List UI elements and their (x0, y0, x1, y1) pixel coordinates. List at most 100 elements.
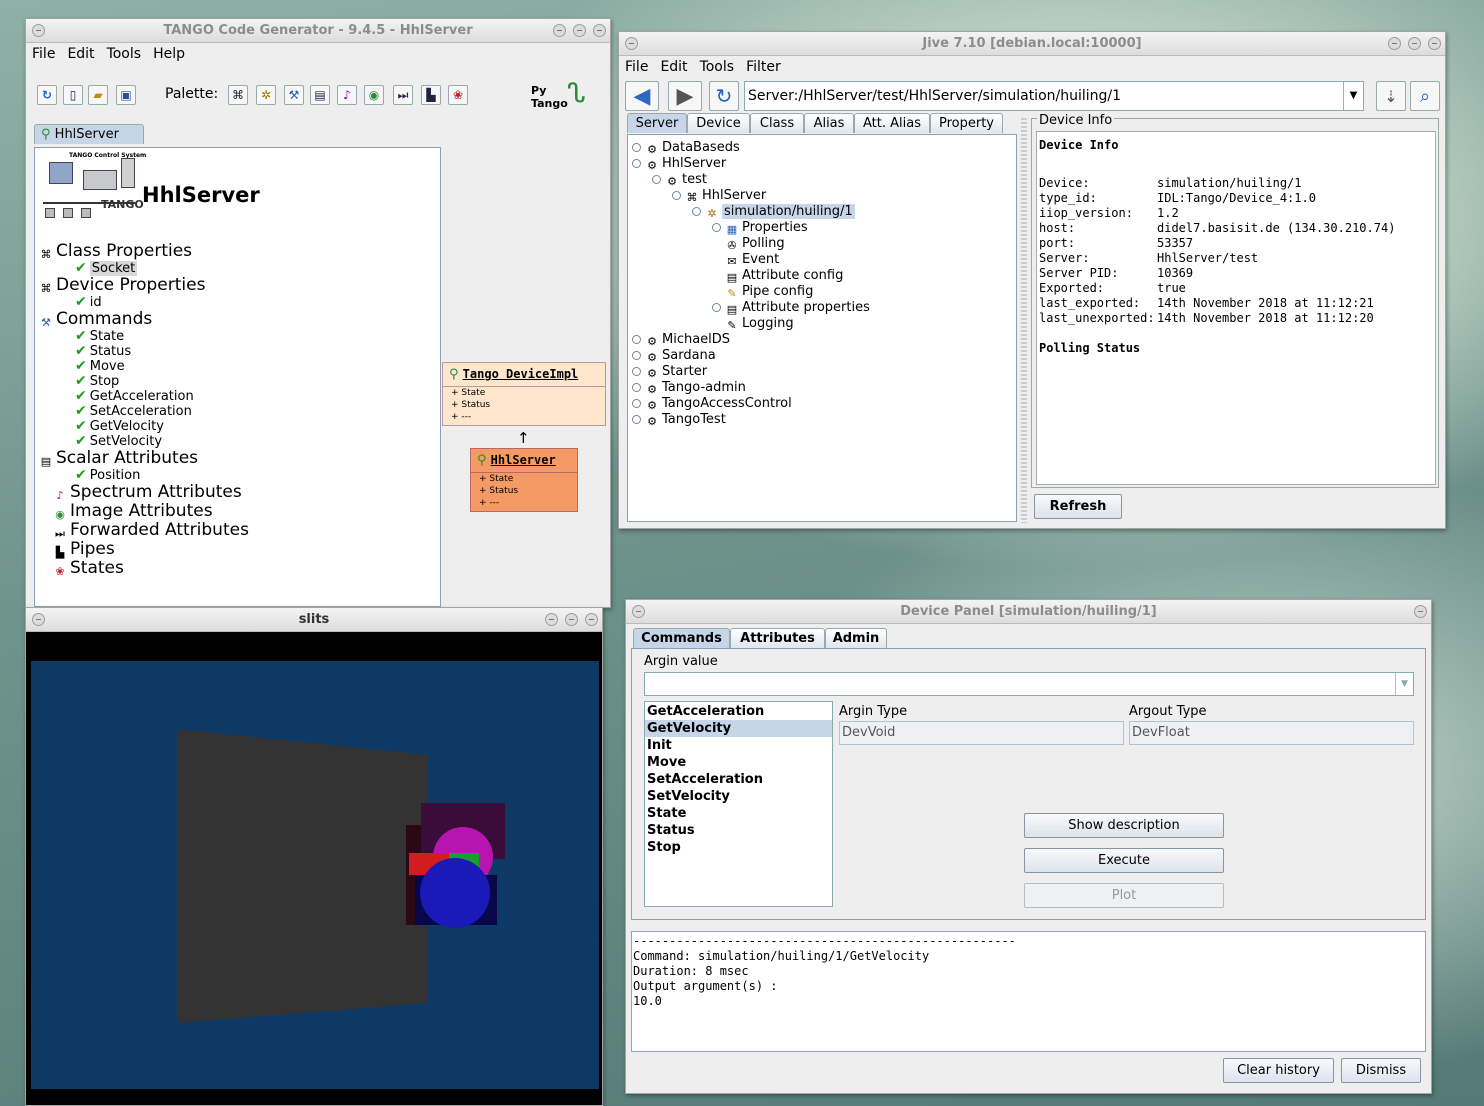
slits-title-bar[interactable]: slits (26, 608, 602, 632)
chevron-down-icon[interactable]: ▼ (1343, 82, 1363, 110)
tab-commands[interactable]: Commands (633, 628, 730, 648)
back-arrow-icon[interactable]: ◀ (625, 81, 659, 111)
commands-node[interactable]: ⚒ Commands (39, 309, 152, 329)
command-list-item[interactable]: Move (645, 754, 832, 771)
menu-edit[interactable]: Edit (67, 46, 94, 62)
tab-class[interactable]: Class (750, 113, 804, 133)
state-icon[interactable]: ❀ (448, 85, 468, 105)
close-button[interactable] (1414, 605, 1427, 618)
tree-node-device[interactable]: ✲ simulation/huiling/1 (692, 204, 855, 220)
tab-device[interactable]: Device (687, 113, 750, 133)
tab-admin[interactable]: Admin (825, 628, 887, 648)
window-menu-button[interactable] (632, 605, 645, 618)
menu-file[interactable]: File (625, 59, 648, 75)
refresh-icon[interactable]: ↻ (709, 81, 739, 111)
device-property-id[interactable]: ✔ id (75, 294, 102, 310)
show-description-button[interactable]: Show description (1024, 813, 1224, 838)
execute-button[interactable]: Execute (1024, 848, 1224, 873)
command-list[interactable]: GetAcceleration GetVelocity Init Move SetAcc… (644, 701, 833, 907)
menu-file[interactable]: File (32, 46, 55, 62)
command-list-item[interactable]: Init (645, 737, 832, 754)
tree-node-hhlserver[interactable]: ⚙ HhlServer (632, 156, 726, 172)
uml-parent-class-box[interactable]: ⚲ Tango DeviceImpl + State + Status + --… (442, 362, 606, 426)
forward-arrow-icon[interactable]: ▶ (668, 81, 702, 111)
close-button[interactable] (585, 613, 598, 626)
maximize-button[interactable] (573, 24, 586, 37)
argin-value-combo[interactable]: ▼ (644, 672, 1414, 696)
states-node[interactable]: ❀ States (53, 558, 123, 578)
window-menu-button[interactable] (625, 37, 638, 50)
command-getvelocity[interactable]: ✔ GetVelocity (75, 418, 164, 434)
menu-help[interactable]: Help (153, 46, 185, 62)
clear-history-button[interactable]: Clear history (1223, 1058, 1334, 1083)
image-attribute-icon[interactable]: ◉ (364, 85, 384, 105)
close-button[interactable] (1428, 37, 1441, 50)
tree-node-properties[interactable]: ▦ Properties (712, 220, 808, 236)
command-list-item[interactable]: SetAcceleration (645, 771, 832, 788)
device-properties-node[interactable]: ⌘ Device Properties (39, 275, 206, 295)
jive-title-bar[interactable]: Jive 7.10 [debian.local:10000] (619, 32, 1445, 56)
tab-alias[interactable]: Alias (804, 113, 854, 133)
command-getacceleration[interactable]: ✔ GetAcceleration (75, 388, 194, 404)
class-property-icon[interactable]: ⌘ (228, 85, 248, 105)
image-attributes-node[interactable]: ◉ Image Attributes (53, 501, 212, 521)
pogo-title-bar[interactable]: TANGO Code Generator - 9.4.5 - HhlServer (26, 19, 610, 43)
tree-node-event[interactable]: ✉ Event (725, 252, 779, 268)
command-status[interactable]: ✔ Status (75, 343, 131, 359)
tree-node-test[interactable]: ⚙ test (652, 172, 707, 188)
class-properties-node[interactable]: ⌘ Class Properties (39, 241, 193, 261)
command-list-item[interactable]: SetVelocity (645, 788, 832, 805)
command-list-item[interactable]: GetAcceleration (645, 703, 832, 720)
minimize-button[interactable] (1388, 37, 1401, 50)
class-property-socket[interactable]: ✔ Socket (75, 260, 138, 276)
tree-node-polling[interactable]: ✇ Polling (725, 236, 784, 252)
tree-node-starter[interactable]: ⚙ Starter (632, 364, 707, 380)
splitter[interactable] (1021, 118, 1027, 523)
tree-node-sardana[interactable]: ⚙ Sardana (632, 348, 716, 364)
scalar-attribute-position[interactable]: ✔ Position (75, 467, 140, 483)
tree-node-tangotest[interactable]: ⚙ TangoTest (632, 412, 726, 428)
scalar-attributes-node[interactable]: ▤ Scalar Attributes (39, 448, 198, 468)
command-list-item[interactable]: Status (645, 822, 832, 839)
menu-edit[interactable]: Edit (660, 59, 687, 75)
command-stop[interactable]: ✔ Stop (75, 373, 119, 389)
spectrum-attributes-node[interactable]: ♪ Spectrum Attributes (53, 482, 241, 502)
refresh-button[interactable]: Refresh (1034, 494, 1122, 519)
command-setvelocity[interactable]: ✔ SetVelocity (75, 433, 162, 449)
device-property-icon[interactable]: ✲ (256, 85, 276, 105)
command-state[interactable]: ✔ State (75, 328, 124, 344)
pipes-node[interactable]: ▙ Pipes (53, 539, 115, 559)
plot-button[interactable]: Plot (1024, 883, 1224, 908)
open-folder-icon[interactable]: ▰ (88, 85, 108, 105)
command-icon[interactable]: ⚒ (284, 85, 304, 105)
tree-node-hhlserver-class[interactable]: ⌘ HhlServer (672, 188, 766, 204)
tab-hhlserver[interactable]: ⚲ HhlServer (34, 124, 144, 144)
spectrum-attribute-icon[interactable]: ♪ (337, 85, 357, 105)
go-down-icon[interactable]: ⇣ (1376, 81, 1406, 111)
tree-node-attribute-properties[interactable]: ▤ Attribute properties (712, 300, 870, 316)
search-icon[interactable]: ⌕ (1410, 81, 1440, 111)
forwarded-attribute-icon[interactable]: ⏭ (393, 85, 413, 105)
pipe-icon[interactable]: ▙ (421, 85, 441, 105)
tab-att-alias[interactable]: Att. Alias (854, 113, 930, 133)
uml-child-class-box[interactable]: ⚲ HhlServer + State + Status + --- (470, 448, 578, 512)
scalar-attribute-icon[interactable]: ▤ (310, 85, 330, 105)
tree-node-michaelds[interactable]: ⚙ MichaelDS (632, 332, 730, 348)
chevron-down-icon[interactable]: ▼ (1395, 673, 1413, 695)
command-list-item[interactable]: State (645, 805, 832, 822)
minimize-button[interactable] (545, 613, 558, 626)
save-icon[interactable]: ▣ (116, 85, 136, 105)
device-panel-title-bar[interactable]: Device Panel [simulation/huiling/1] (626, 600, 1431, 624)
address-field[interactable]: Server:/HhlServer/test/HhlServer/simulat… (744, 81, 1364, 111)
command-output-area[interactable]: ----------------------------------------… (631, 931, 1426, 1052)
tree-node-tangoaccesscontrol[interactable]: ⚙ TangoAccessControl (632, 396, 792, 412)
command-list-item[interactable]: Stop (645, 839, 832, 856)
minimize-button[interactable] (553, 24, 566, 37)
window-menu-button[interactable] (32, 24, 45, 37)
tab-property[interactable]: Property (930, 113, 1003, 133)
tree-node-databaseds[interactable]: ⚙ DataBaseds (632, 140, 740, 156)
close-button[interactable] (593, 24, 606, 37)
tab-server[interactable]: Server (627, 113, 687, 133)
menu-filter[interactable]: Filter (746, 59, 781, 75)
command-list-item[interactable]: GetVelocity (645, 720, 832, 737)
